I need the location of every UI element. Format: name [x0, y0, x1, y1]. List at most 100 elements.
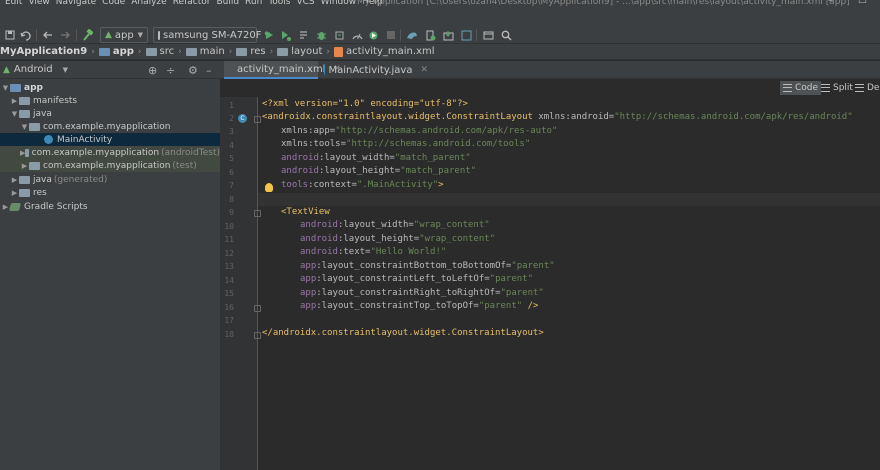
save-all-icon[interactable]: [3, 28, 17, 42]
line-number: 18: [224, 330, 234, 339]
run-coverage-icon[interactable]: [366, 28, 380, 42]
minimize-icon[interactable]: –: [828, 0, 833, 7]
project-view-select[interactable]: ▲ Android ▼: [3, 64, 68, 75]
line-number: 9: [229, 208, 234, 217]
tree-item-app[interactable]: ▼ app: [0, 81, 220, 94]
maximize-icon[interactable]: ☐: [858, 0, 867, 7]
chevron-right-icon: ▶: [11, 188, 18, 197]
project-panel-header: ▲ Android ▼ ⊕ ÷ ⚙ –: [0, 61, 220, 79]
breadcrumb-item[interactable]: main ›: [185, 46, 237, 57]
forward-icon[interactable]: [58, 28, 72, 42]
package-icon: [25, 148, 29, 157]
chevron-right-icon: ▶: [11, 175, 18, 184]
tree-item-package-test[interactable]: ▶ com.example.myapplication (test): [0, 159, 220, 172]
line-number: 10: [224, 222, 234, 231]
profile-icon[interactable]: [350, 28, 364, 42]
collapse-all-icon[interactable]: ÷: [166, 64, 175, 77]
project-structure-icon[interactable]: [481, 28, 495, 42]
breadcrumb: MyApplication9 › app › src › main › res › lay…: [0, 44, 880, 60]
split-view-icon: [821, 84, 830, 92]
project-tree: ▼ app ▶ manifests ▼ java ▼ com.example.m…: [0, 79, 220, 470]
package-icon: [29, 161, 40, 170]
tree-item-mainactivity[interactable]: MainActivity: [0, 133, 220, 146]
tab-label: MainActivity.java: [328, 64, 413, 76]
sync-icon[interactable]: [18, 28, 32, 42]
breadcrumb-item[interactable]: app ›: [98, 46, 146, 57]
code-line: app:layout_constraintTop_toTopOf="parent…: [300, 301, 539, 311]
hide-panel-icon[interactable]: –: [206, 64, 212, 77]
fold-marker-icon[interactable]: [254, 116, 261, 123]
breadcrumb-item[interactable]: layout ›: [277, 46, 334, 57]
tree-item-java-generated[interactable]: ▶ java (generated): [0, 173, 220, 186]
fold-marker-icon[interactable]: [254, 210, 261, 217]
tree-item-label: java: [33, 108, 52, 119]
apply-code-changes-icon[interactable]: [296, 28, 310, 42]
code-line: android:text="Hello World!": [300, 247, 447, 257]
tree-item-manifests[interactable]: ▶ manifests: [0, 94, 220, 107]
search-icon[interactable]: [499, 28, 513, 42]
tree-item-gradle-scripts[interactable]: ▶ Gradle Scripts: [0, 200, 220, 213]
tree-item-package-androidtest[interactable]: ▶ com.example.myapplication (androidTest…: [0, 146, 220, 159]
menu-edit[interactable]: Edit: [2, 0, 25, 8]
window-title: My Application [C:\Users\ozan4\Desktop\M…: [357, 0, 850, 7]
tree-item-res[interactable]: ▶ res: [0, 186, 220, 199]
breadcrumb-item[interactable]: activity_main.xml: [334, 46, 435, 57]
folder-icon: [98, 47, 110, 56]
chevron-right-icon: ▶: [21, 161, 28, 170]
menu-build[interactable]: Build: [213, 0, 242, 8]
folder-icon: [19, 175, 30, 184]
menu-navigate[interactable]: Navigate: [53, 0, 99, 8]
device-label: samsung SM-A720F: [163, 29, 262, 41]
debug-icon[interactable]: [314, 28, 328, 42]
line-number: 16: [224, 303, 234, 312]
tab-label: activity_main.xml: [237, 63, 326, 75]
attach-debugger-icon[interactable]: [332, 28, 346, 42]
tree-item-java[interactable]: ▼ java: [0, 107, 220, 120]
code-view-button[interactable]: Code: [780, 81, 822, 95]
lightbulb-icon[interactable]: [265, 183, 273, 192]
xml-file-icon: [334, 46, 344, 57]
design-view-button[interactable]: Des: [852, 81, 880, 95]
make-project-hammer-icon[interactable]: [80, 28, 94, 42]
breadcrumb-item[interactable]: MyApplication9 ›: [0, 46, 99, 57]
breadcrumb-item[interactable]: res ›: [236, 46, 277, 57]
folder-icon: [19, 188, 30, 197]
code-line: tools:context=".MainActivity">: [281, 180, 444, 190]
device-select[interactable]: samsung SM-A720F ▼: [153, 27, 270, 43]
avd-manager-icon[interactable]: [423, 28, 437, 42]
code-view-label: Code: [795, 83, 819, 93]
fold-marker-icon[interactable]: [254, 332, 261, 339]
menu-run[interactable]: Run: [242, 0, 265, 8]
device-file-explorer-icon[interactable]: [459, 28, 473, 42]
menu-code[interactable]: Code: [99, 0, 128, 8]
android-icon: ▲: [3, 64, 10, 75]
fold-marker-icon[interactable]: [254, 305, 261, 312]
menu-tools[interactable]: Tools: [265, 0, 293, 8]
tree-item-package[interactable]: ▼ com.example.myapplication: [0, 120, 220, 133]
menu-analyze[interactable]: Analyze: [128, 0, 169, 8]
locate-icon[interactable]: ⊕: [148, 64, 157, 77]
close-icon[interactable]: ✕: [420, 65, 428, 75]
tree-item-label: com.example.myapplication: [43, 121, 171, 132]
apply-changes-icon[interactable]: [278, 28, 292, 42]
run-config-label: app: [114, 29, 134, 41]
tab-activity-main-xml[interactable]: activity_main.xml ✕: [224, 61, 341, 79]
menu-view[interactable]: View: [25, 0, 52, 8]
back-icon[interactable]: [40, 28, 54, 42]
breadcrumb-item[interactable]: src ›: [145, 46, 186, 57]
editor-tabs: activity_main.xml ✕ MainActivity.java ✕: [220, 61, 880, 79]
run-icon[interactable]: [262, 28, 276, 42]
menu-vcs[interactable]: VCS: [293, 0, 317, 8]
class-link-icon[interactable]: C: [238, 114, 247, 123]
gradle-sync-icon[interactable]: [405, 28, 419, 42]
menu-refactor[interactable]: Refactor: [170, 0, 214, 8]
split-view-button[interactable]: Split: [818, 81, 856, 95]
stop-icon[interactable]: [384, 28, 398, 42]
run-config-select[interactable]: ▲ app ▼: [100, 27, 148, 43]
sdk-manager-icon[interactable]: [441, 28, 455, 42]
tab-mainactivity-java[interactable]: MainActivity.java ✕: [318, 61, 434, 79]
gear-icon[interactable]: ⚙: [188, 64, 198, 77]
menu-window[interactable]: Window: [318, 0, 360, 8]
folder-icon: [19, 96, 30, 105]
code-view-icon: [783, 84, 792, 92]
